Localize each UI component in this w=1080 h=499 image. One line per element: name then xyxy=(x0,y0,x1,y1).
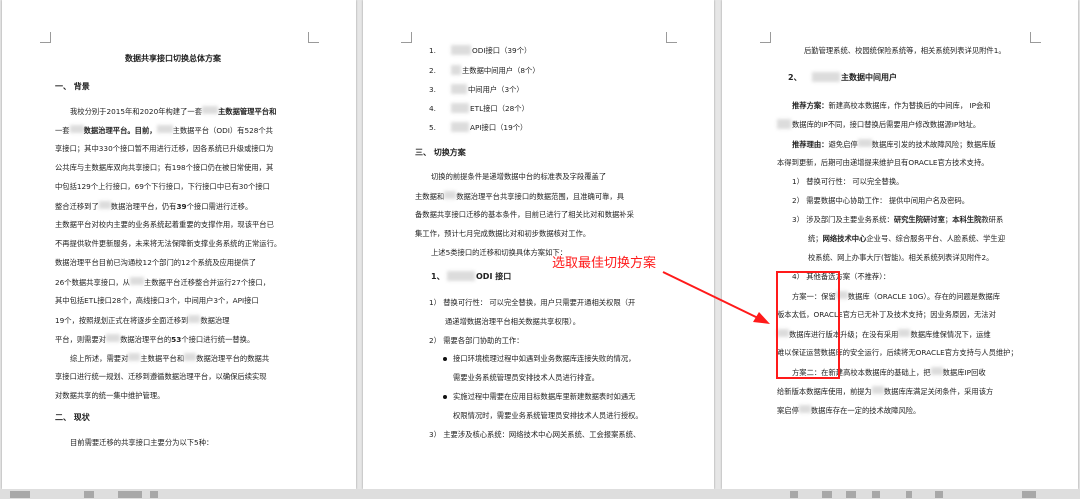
view-mode-icon[interactable] xyxy=(822,491,832,498)
zoom-in-icon[interactable] xyxy=(935,491,943,498)
status-bar-item[interactable] xyxy=(84,491,94,498)
status-bar-item[interactable] xyxy=(118,491,142,498)
zoom-level[interactable] xyxy=(1022,491,1036,498)
annotation-arrow xyxy=(662,271,770,324)
view-mode-icon[interactable] xyxy=(872,491,880,498)
status-bar-item[interactable] xyxy=(150,491,158,498)
arrow-line xyxy=(662,271,759,319)
zoom-out-icon[interactable] xyxy=(906,491,912,498)
arrow-head xyxy=(753,312,770,324)
status-bar-item[interactable] xyxy=(10,491,30,498)
view-mode-icon[interactable] xyxy=(846,491,856,498)
view-mode-icon[interactable] xyxy=(790,491,798,498)
status-bar xyxy=(0,489,1080,499)
